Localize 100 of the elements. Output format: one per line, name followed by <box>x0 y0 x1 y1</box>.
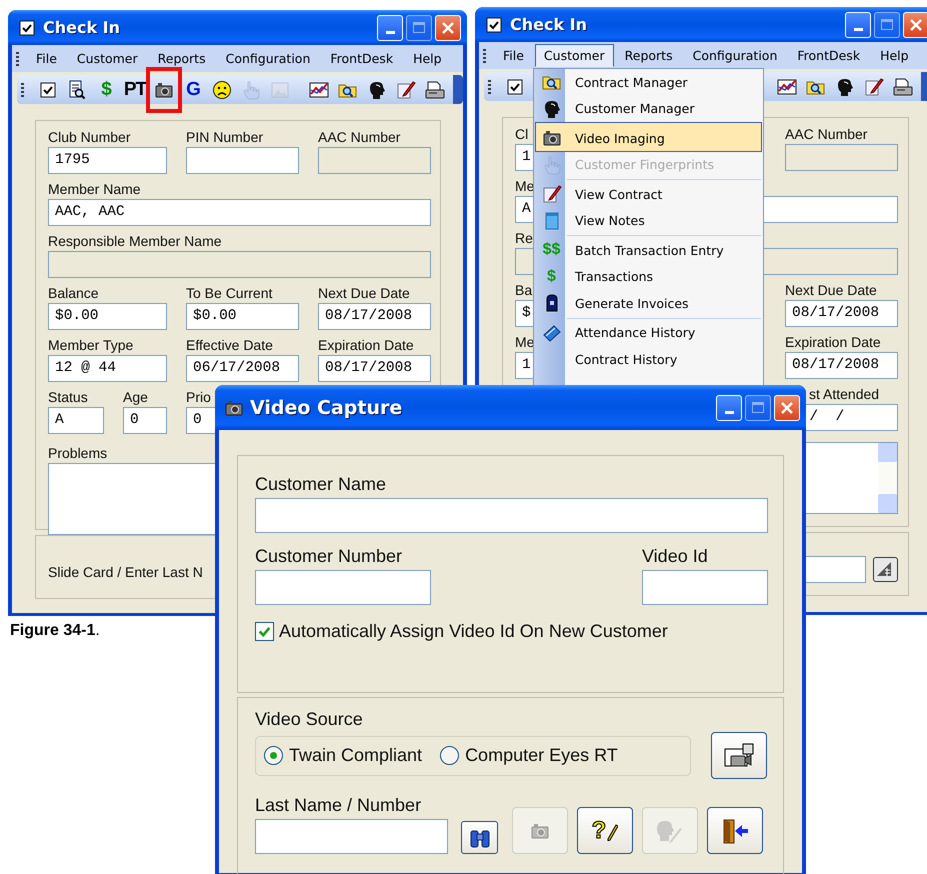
text-field[interactable]: A <box>48 407 104 434</box>
text-field[interactable]: 12 @ 44 <box>48 355 167 382</box>
close-button[interactable] <box>435 14 461 40</box>
field-label: Expiration Date <box>785 334 881 350</box>
video-source-button[interactable] <box>711 732 767 779</box>
sad-face-icon <box>212 80 232 100</box>
menu-item[interactable]: Help <box>871 44 918 67</box>
text-field[interactable]: 08/17/2008 <box>785 300 898 327</box>
head-icon <box>367 80 387 100</box>
maximize-button[interactable] <box>745 394 771 420</box>
minimize-button[interactable] <box>845 12 871 38</box>
menu-item[interactable]: Customer <box>68 47 147 70</box>
maximize-button[interactable] <box>406 14 432 40</box>
menu-item[interactable]: Generate Invoices <box>535 290 762 316</box>
field-label: Cl <box>515 126 528 142</box>
text-field[interactable]: 08/17/2008 <box>318 355 431 382</box>
menu-item[interactable]: FrontDesk <box>321 47 402 70</box>
radio-button[interactable] <box>440 746 460 765</box>
close-icon <box>909 18 923 32</box>
menu-item[interactable]: $ Transactions <box>535 264 762 290</box>
text-field[interactable]: 1795 <box>48 147 167 174</box>
field-label: Me <box>515 334 534 350</box>
menu-item-label: Generate Invoices <box>574 296 689 311</box>
menu-item[interactable]: Configuration <box>216 47 320 70</box>
menu-item[interactable]: Video Imaging <box>535 122 762 152</box>
printer-icon <box>893 76 913 96</box>
toolbar-button[interactable] <box>707 807 763 854</box>
text-field[interactable]: AAC, AAC <box>48 199 431 226</box>
pen-document-icon <box>542 184 562 204</box>
grip-icon <box>483 48 486 62</box>
menu-item-label: Video Imaging <box>574 130 665 146</box>
field-label: Balance <box>48 285 99 301</box>
field-label: Status <box>48 389 88 405</box>
window-title: Check In <box>510 15 588 34</box>
menu-item[interactable]: Customer Manager <box>535 96 762 122</box>
scrollbar[interactable] <box>878 443 897 513</box>
text-field[interactable] <box>642 570 768 605</box>
menu-item[interactable]: Reports <box>616 44 682 67</box>
text-field[interactable] <box>186 147 299 174</box>
menu-item-label: View Contract <box>574 186 662 202</box>
text-field[interactable]: 08/17/2008 <box>318 303 431 330</box>
menu-item[interactable]: Reports <box>148 47 215 70</box>
text-field[interactable] <box>255 819 448 854</box>
text-field[interactable] <box>255 498 768 533</box>
chart-icon <box>309 80 329 100</box>
book-icon <box>542 322 562 343</box>
search-button[interactable] <box>461 821 498 854</box>
swipe-button[interactable] <box>873 556 898 582</box>
maximize-button[interactable] <box>874 12 900 38</box>
close-button[interactable] <box>774 394 800 420</box>
menu-item[interactable]: View Notes <box>535 208 762 234</box>
menu-item-label: Customer Manager <box>574 101 694 116</box>
field-label: Next Due Date <box>785 282 877 298</box>
camera-icon <box>542 128 562 148</box>
field-label: Re <box>515 230 533 246</box>
menu-item[interactable]: File <box>494 44 533 67</box>
menu-item[interactable]: FrontDesk <box>788 44 870 67</box>
field-label: AAC Number <box>318 129 400 145</box>
field-label: Me <box>515 178 534 194</box>
field-label: Customer Name <box>255 474 388 495</box>
minimize-button[interactable] <box>377 14 403 40</box>
field-label: Responsible Member Name <box>48 233 222 249</box>
menu-item[interactable]: File <box>27 47 66 70</box>
text-field[interactable]: 06/17/2008 <box>186 355 299 382</box>
field-label: st Attended <box>808 386 880 402</box>
hand-icon <box>241 80 261 100</box>
toolbar-overflow-icon[interactable] <box>453 75 463 104</box>
pen-document-icon <box>864 76 884 96</box>
checkbox[interactable] <box>255 622 274 641</box>
radio-button[interactable] <box>264 746 283 765</box>
menu-item-label: Batch Transaction Entry <box>574 242 724 258</box>
field-label: Member Type <box>48 337 134 353</box>
text-field[interactable]: 0 <box>123 407 167 434</box>
toolbar-button[interactable]: PT <box>124 78 146 100</box>
close-button[interactable] <box>903 12 927 38</box>
text-field[interactable] <box>255 570 431 605</box>
menu-item-label: Transactions <box>574 269 654 284</box>
checkbox-icon <box>484 14 504 34</box>
window-title: Check In <box>43 18 122 37</box>
text-field[interactable]: $0.00 <box>186 303 299 330</box>
minimize-button[interactable] <box>716 394 742 420</box>
checkbox-icon <box>17 18 37 38</box>
menu-item[interactable]: Help <box>404 47 451 70</box>
toolbar-button[interactable]: G <box>186 78 200 100</box>
menu-item-label: Contract History <box>574 352 678 367</box>
menu-item[interactable]: Configuration <box>684 44 786 67</box>
document-search-icon <box>67 80 87 100</box>
menu-item[interactable]: Customer <box>534 44 614 67</box>
menu-item-label: View Notes <box>574 213 645 228</box>
image-icon <box>270 80 290 100</box>
field-label: Next Due Date <box>318 285 410 301</box>
menu-item[interactable]: Contract History <box>535 346 762 372</box>
window-title: Video Capture <box>250 396 404 418</box>
checkbox-icon <box>38 80 58 100</box>
text-field[interactable]: 08/17/2008 <box>785 352 898 379</box>
field-label: AAC Number <box>785 126 868 142</box>
grid-icon <box>875 560 893 578</box>
field-label: Customer Number <box>255 546 404 567</box>
pen-document-icon <box>396 80 416 100</box>
text-field[interactable]: $0.00 <box>48 303 167 330</box>
